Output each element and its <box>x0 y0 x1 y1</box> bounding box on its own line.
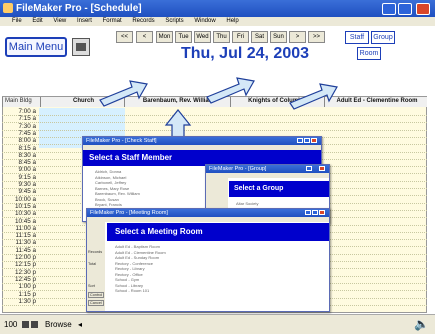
meeting-room-window-maximize[interactable] <box>312 210 318 215</box>
room-item[interactable]: School - Room 101 <box>115 288 166 294</box>
status-total-label: Total <box>88 262 97 266</box>
status-cancel-label[interactable]: Cancel <box>88 300 104 306</box>
zoom-level[interactable]: 100 <box>4 315 17 335</box>
staff-window-minimize[interactable] <box>297 138 303 143</box>
staff-window-maximize[interactable] <box>304 138 310 143</box>
speaker-icon[interactable]: 🔈 <box>414 317 429 331</box>
zoom-out-icon[interactable] <box>22 321 29 328</box>
status-control-label[interactable]: Control <box>88 292 105 298</box>
arrow-icon-3 <box>289 83 338 110</box>
status-sort-label: Sort <box>88 284 95 288</box>
status-bar: 100 Browse ◂ 🔈 <box>0 314 435 334</box>
group-window-minimize[interactable] <box>306 166 312 171</box>
room-item[interactable]: Adult Ed - Sunday Room <box>115 255 166 261</box>
meeting-room-heading: Select a Meeting Room <box>107 223 329 241</box>
meeting-room-window[interactable]: FileMaker Pro - [Meeting Room] Records T… <box>86 208 330 312</box>
mode-indicator[interactable]: Browse <box>45 315 72 335</box>
staff-window-title: FileMaker Pro - [Check Staff] <box>83 137 321 145</box>
meeting-room-window-close[interactable] <box>319 210 325 215</box>
zoom-in-icon[interactable] <box>31 321 38 328</box>
staff-window-close[interactable] <box>311 138 317 143</box>
arrow-icon-1 <box>99 80 148 107</box>
mode-arrow-icon[interactable]: ◂ <box>78 315 82 335</box>
meeting-room-window-minimize[interactable] <box>305 210 311 215</box>
meeting-room-window-menu <box>87 217 329 222</box>
group-window-heading: Select a Group <box>229 181 329 197</box>
status-records-label: Records <box>88 250 103 254</box>
room-item[interactable]: Adult Ed - Baptism Room <box>115 244 166 250</box>
arrow-icon-2 <box>206 77 255 104</box>
meeting-room-status-pane: Records Total Sort Control Cancel <box>87 222 105 311</box>
meeting-room-window-title: FileMaker Pro - [Meeting Room] <box>87 209 329 217</box>
group-window-close[interactable] <box>319 166 325 171</box>
